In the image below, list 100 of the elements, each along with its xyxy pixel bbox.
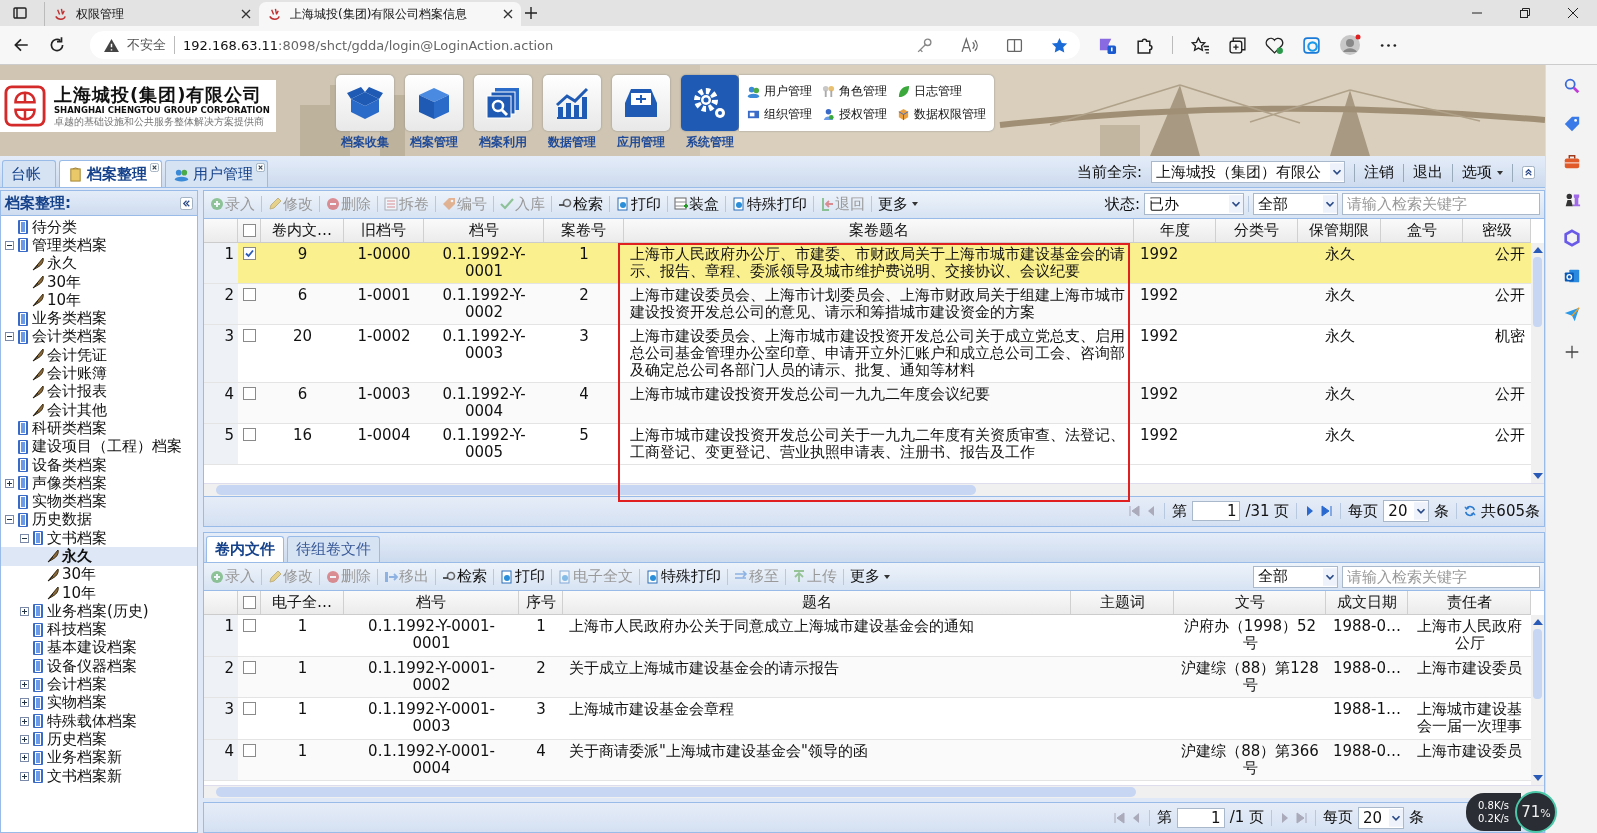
tree-item[interactable]: 实物档案 <box>1 693 197 712</box>
checkbox[interactable] <box>243 386 256 400</box>
expand-icon[interactable] <box>20 753 29 763</box>
tag-icon[interactable] <box>1562 115 1581 133</box>
collapse-icon[interactable] <box>5 240 14 250</box>
dropdown[interactable]: 20 <box>1358 806 1404 829</box>
tree-item[interactable]: 业务档案(历史) <box>1 602 197 621</box>
column-header[interactable]: 档号 <box>344 591 519 615</box>
split-screen-icon[interactable] <box>1006 36 1023 54</box>
tree-item[interactable]: 30年 <box>1 272 197 292</box>
toolbar-button[interactable]: 检索 <box>556 194 605 214</box>
horizontal-scrollbar[interactable] <box>204 482 1544 496</box>
column-header[interactable]: 保管期限 <box>1298 218 1381 242</box>
table-row[interactable]: 3 20 1-0002 0.1.1992-Y-0003 3 上海市建设委员会、上海市城市建设投资开发总公司关于成立党总支、启用总公司基金管理办公室印章、申请开立外汇账户和成立总公司工会、咨询部及确定总公司各部门人员的请示、批复、通知等材料 1992 永久 机密 <box>204 324 1531 383</box>
tree-item[interactable]: 待分类 <box>1 218 197 237</box>
tree-item[interactable]: 10年 <box>1 291 197 310</box>
submenu-item[interactable]: 数据权限管理 <box>896 106 986 123</box>
back-icon[interactable] <box>12 36 30 54</box>
module-button[interactable]: 档案收集 <box>335 75 394 151</box>
module-button[interactable]: 数据管理 <box>542 75 601 151</box>
checkbox[interactable] <box>243 619 256 633</box>
toolbar-button[interactable]: 检索 <box>440 567 489 587</box>
close-icon[interactable] <box>241 9 251 19</box>
profile-avatar[interactable] <box>1339 34 1361 56</box>
tree-item[interactable]: 管理类档案 <box>1 236 197 255</box>
puzzle-icon[interactable] <box>1135 35 1154 55</box>
tree-item[interactable]: 10年 <box>1 583 197 603</box>
column-header[interactable]: 盒号 <box>1381 218 1463 242</box>
close-icon[interactable] <box>150 163 159 172</box>
tree-item[interactable]: 建设项目（工程）档案 <box>1 437 197 456</box>
tree-item[interactable]: 基本建设档案 <box>1 638 197 658</box>
tree-item[interactable]: 科研类档案 <box>1 419 197 438</box>
toolbar-button[interactable]: 装盒 <box>672 194 721 214</box>
tree-item[interactable]: 设备类档案 <box>1 455 197 475</box>
checkbox[interactable] <box>243 246 256 260</box>
close-icon[interactable] <box>503 9 513 19</box>
collapse-icon[interactable] <box>5 515 14 525</box>
search-icon[interactable] <box>1562 77 1581 95</box>
browser-e-icon[interactable] <box>1302 35 1321 55</box>
tree-item[interactable]: 设备仪器档案 <box>1 657 197 676</box>
read-aloud-icon[interactable] <box>961 36 978 54</box>
submenu-item[interactable]: 组织管理 <box>746 106 812 123</box>
checkbox[interactable] <box>242 223 256 237</box>
tree-item[interactable]: 历史数据 <box>1 510 197 530</box>
submenu-item[interactable]: 角色管理 <box>821 83 887 100</box>
more-menu-button[interactable]: 更多 <box>876 194 920 214</box>
column-header[interactable]: 责任者 <box>1408 591 1531 615</box>
toolbar-button[interactable]: 打印 <box>614 194 663 214</box>
tree-item[interactable]: 特殊载体档案 <box>1 712 197 731</box>
column-header[interactable]: 文号 <box>1174 591 1326 615</box>
table-row[interactable]: 2 1 0.1.1992-Y-0001-0002 2 关于成立上海城市建设基金会的请示报告 沪建综（88）第128号 1988-0… 上海市建设委员 <box>204 656 1531 699</box>
table-row[interactable]: 5 16 1-0004 0.1.1992-Y-0005 5 上海市城市建设投资开发总公司关于一九九二年度有关资质审查、法登记、工商登记、变更登记、营业执照申请表、注册书、报告及工作 1992 永久 公开 <box>204 423 1531 465</box>
submenu-item[interactable]: 用户管理 <box>746 83 812 100</box>
more-menu-button[interactable]: 更多 <box>848 567 892 587</box>
tree-item[interactable]: 会计凭证 <box>1 346 197 365</box>
search-field[interactable]: 请输入检索关键字 <box>1342 565 1540 588</box>
star-icon[interactable] <box>1051 36 1068 54</box>
checkbox[interactable] <box>243 743 256 757</box>
checkbox[interactable] <box>243 702 256 716</box>
expand-icon[interactable] <box>20 606 29 616</box>
tree-item[interactable]: 会计账簿 <box>1 364 197 383</box>
app-tab[interactable]: 台帐 <box>2 160 56 187</box>
header-link[interactable]: 注销 <box>1364 163 1394 182</box>
tree-item[interactable]: 30年 <box>1 565 197 584</box>
tree-item[interactable]: 业务档案新 <box>1 748 197 767</box>
dropdown[interactable]: 已办 <box>1144 193 1244 216</box>
collections-icon[interactable] <box>1228 35 1247 55</box>
options-menu[interactable]: 选项 <box>1462 163 1503 182</box>
vertical-scrollbar[interactable] <box>1531 615 1544 786</box>
toolbar-button[interactable]: 特殊打印 <box>730 194 809 214</box>
tree-item[interactable]: 历史档案 <box>1 730 197 749</box>
column-header[interactable]: 卷内文… <box>261 218 344 242</box>
address-field[interactable]: 不安全 192.168.63.11:8098/shct/gdda/login@LoginAction.action <box>90 31 1080 59</box>
copilot-icon[interactable] <box>1562 229 1581 247</box>
column-header[interactable]: 年度 <box>1134 218 1216 242</box>
column-header[interactable]: 案卷号 <box>544 218 624 242</box>
table-row[interactable]: 1 9 1-0000 0.1.1992-Y-0001 1 上海市人民政府办公厅、市建委、市财政局关于上海市城市建设基金会的请示、报告、章程、委派领导及城市维护费说明、交接协议、会议纪要 1992 永久 公开 <box>204 242 1531 284</box>
tree-item[interactable]: 实物类档案 <box>1 492 197 511</box>
page-input[interactable]: 1 <box>1192 501 1241 522</box>
table-row[interactable]: 4 6 1-0003 0.1.1992-Y-0004 4 上海市城市建设投资开发总公司一九九二年度会议纪要 1992 永久 公开 <box>204 382 1531 424</box>
panel-tab[interactable]: 卷内文件 <box>206 536 284 563</box>
expand-icon[interactable] <box>20 680 29 690</box>
toolbar-button[interactable]: 打印 <box>498 567 547 587</box>
tree-item[interactable]: 永久 <box>1 254 197 273</box>
module-button[interactable]: 系统管理 <box>680 75 739 151</box>
page-input[interactable]: 1 <box>1176 807 1225 828</box>
collapse-icon[interactable] <box>1522 166 1535 179</box>
horizontal-scrollbar[interactable] <box>204 785 1544 799</box>
tree-item[interactable]: 科技档案 <box>1 620 197 639</box>
checkbox[interactable] <box>243 660 256 674</box>
search-field[interactable]: 请输入检索关键字 <box>1342 193 1540 216</box>
app-tab[interactable]: 档案整理 <box>59 160 162 187</box>
tree-item[interactable]: 永久 <box>1 547 197 566</box>
column-header[interactable]: 主题词 <box>1071 591 1174 615</box>
tree-item[interactable]: 会计档案 <box>1 675 197 694</box>
module-button[interactable]: 档案利用 <box>473 75 532 151</box>
expand-icon[interactable] <box>20 716 29 726</box>
checkbox[interactable] <box>242 596 256 610</box>
column-header[interactable]: 密级 <box>1463 218 1531 242</box>
column-header[interactable]: 分类号 <box>1216 218 1298 242</box>
